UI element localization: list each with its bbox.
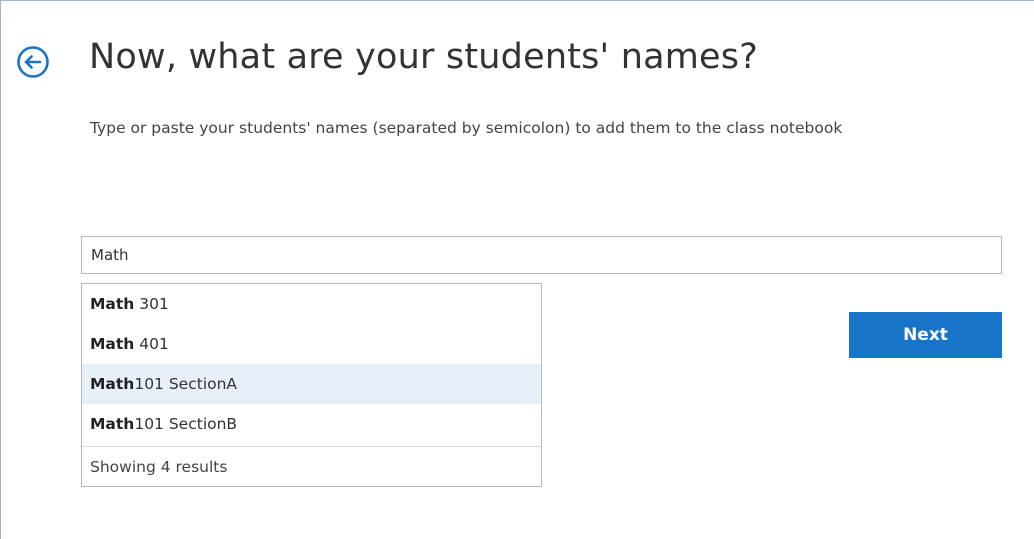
suggestion-match-text: Math xyxy=(90,375,135,393)
suggestion-item[interactable]: Math 401 xyxy=(82,324,541,364)
suggestion-rest-text: 301 xyxy=(134,295,169,313)
instructions-text: Type or paste your students' names (sepa… xyxy=(90,119,843,137)
suggestion-rest-text: 401 xyxy=(134,335,169,353)
student-names-input[interactable] xyxy=(81,236,1002,274)
back-arrow-circle-icon[interactable] xyxy=(16,45,50,79)
suggestion-item-highlighted[interactable]: Math101 SectionA xyxy=(82,364,541,404)
next-button[interactable]: Next xyxy=(849,312,1002,358)
suggestion-item[interactable]: Math101 SectionB xyxy=(82,404,541,444)
autocomplete-dropdown: Math 301 Math 401 Math101 SectionA Math1… xyxy=(81,283,542,487)
suggestion-item[interactable]: Math 301 xyxy=(82,284,541,324)
suggestion-match-text: Math xyxy=(90,335,135,353)
results-count: Showing 4 results xyxy=(82,446,541,486)
suggestion-match-text: Math xyxy=(90,415,135,433)
setup-wizard-page: Now, what are your students' names? Type… xyxy=(0,0,1034,539)
page-title: Now, what are your students' names? xyxy=(89,37,758,77)
suggestion-rest-text: 101 SectionA xyxy=(134,375,238,393)
suggestion-match-text: Math xyxy=(90,295,135,313)
suggestion-rest-text: 101 SectionB xyxy=(134,415,238,433)
